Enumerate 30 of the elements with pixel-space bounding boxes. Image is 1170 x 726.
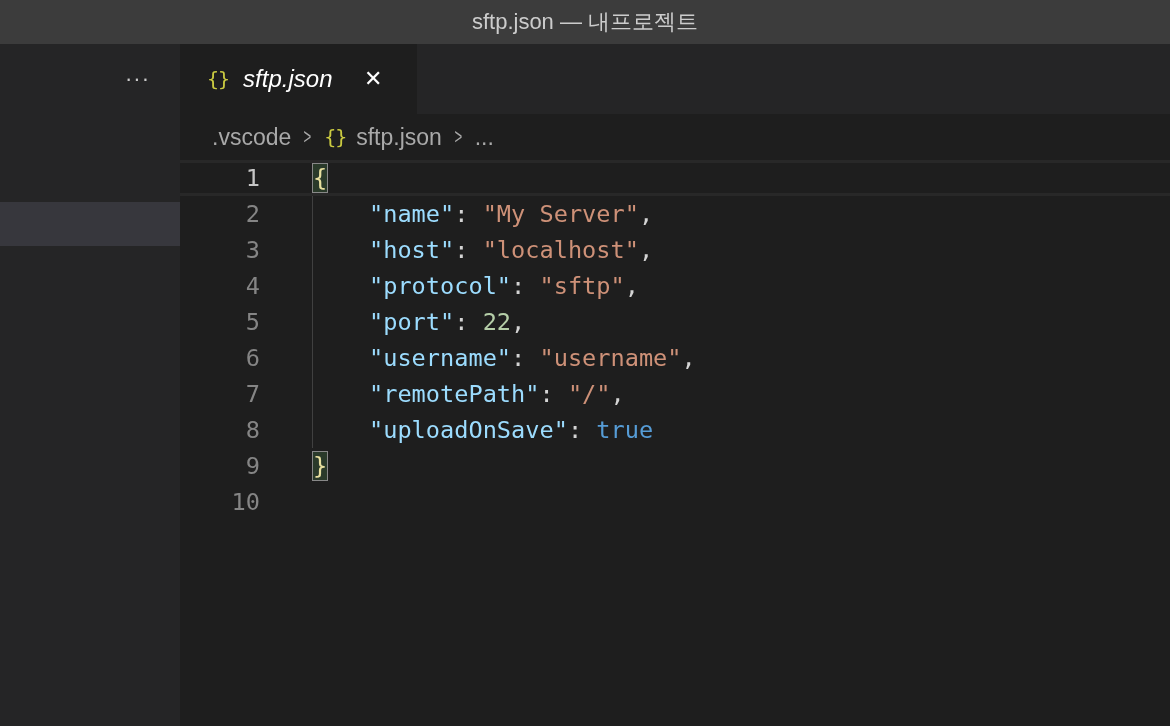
code-line: "username": "username",: [369, 344, 696, 372]
breadcrumb-item[interactable]: ...: [474, 123, 494, 151]
code-line: "remotePath": "/",: [369, 380, 625, 408]
close-button[interactable]: ✕: [364, 66, 383, 92]
json-file-icon: {}: [324, 125, 347, 149]
json-file-icon: {}: [207, 67, 230, 91]
chevron-icon: >: [454, 124, 463, 150]
line-number: 8: [244, 416, 260, 444]
breadcrumb-item[interactable]: sftp.json: [356, 123, 442, 151]
line-number: 6: [244, 344, 260, 372]
chevron-icon: >: [303, 124, 312, 150]
line-number: 4: [244, 272, 260, 300]
line-number: 10: [230, 488, 260, 516]
more-actions-icon[interactable]: ···: [125, 66, 150, 92]
code-line: "host": "localhost",: [369, 236, 654, 264]
tab-label: sftp.json: [243, 65, 333, 93]
code-line: "name": "My Server",: [369, 200, 654, 228]
line-number: 9: [244, 452, 260, 480]
line-number: 7: [244, 380, 260, 408]
sidebar-item[interactable]: [0, 202, 180, 246]
code-line: "port": 22,: [369, 308, 526, 336]
code-line: "protocol": "sftp",: [369, 272, 639, 300]
breadcrumb-item[interactable]: .vscode: [212, 123, 292, 151]
window-title: sftp.json — 내프로젝트: [471, 8, 699, 36]
line-number: 3: [244, 236, 260, 264]
line-number: 2: [244, 200, 260, 228]
line-number: 5: [244, 308, 260, 336]
editor-tab[interactable]: {} sftp.json ✕: [180, 44, 417, 114]
code-line: "uploadOnSave": true: [369, 416, 654, 444]
line-number: 1: [244, 164, 260, 192]
